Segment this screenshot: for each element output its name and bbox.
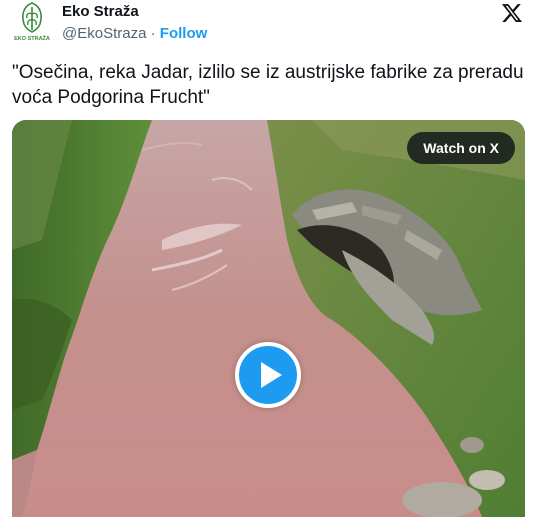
- play-icon: [260, 362, 282, 388]
- x-logo-icon[interactable]: [501, 2, 523, 24]
- handle-separator: ·: [150, 25, 156, 42]
- play-button[interactable]: [235, 342, 301, 408]
- follow-button[interactable]: Follow: [160, 25, 208, 42]
- tweet-text: "Osečina, reka Jadar, izlilo se iz austr…: [12, 62, 524, 108]
- avatar[interactable]: EKO STRAŽA: [12, 0, 52, 42]
- video-player[interactable]: Watch on X: [12, 120, 525, 517]
- author-handle[interactable]: @EkoStraza: [62, 25, 146, 42]
- author-name[interactable]: Eko Straža: [62, 3, 139, 20]
- author-handle-row: @EkoStraza · Follow: [62, 25, 207, 42]
- video-thumbnail: [12, 120, 525, 517]
- eko-straza-logo-icon: EKO STRAŽA: [12, 0, 52, 42]
- tweet-embed-card: EKO STRAŽA Eko Straža @EkoStraza · Follo…: [0, 0, 539, 517]
- avatar-text: EKO STRAŽA: [14, 34, 50, 42]
- watch-on-x-button[interactable]: Watch on X: [407, 132, 515, 164]
